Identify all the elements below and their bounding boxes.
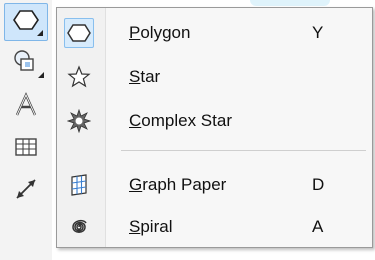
text-tool-button[interactable] [4, 88, 48, 126]
polygon-icon [64, 18, 94, 48]
text-tool-icon [13, 91, 39, 123]
complex-star-icon [64, 106, 94, 136]
flyout-indicator-icon [37, 30, 43, 36]
menu-item-shortcut: A [312, 217, 324, 236]
flyout-indicator-icon [38, 72, 44, 78]
menu-item-shortcut: Y [312, 23, 324, 42]
polygon-tool-button[interactable] [4, 3, 48, 41]
menu-item-spiral[interactable]: Spiral A [57, 208, 372, 246]
menu-item-label: Star [129, 67, 161, 86]
shape-tool-icon [12, 48, 40, 79]
polygon-tool-icon [13, 9, 39, 36]
menu-item-star[interactable]: Star [57, 58, 372, 96]
table-tool-button[interactable] [4, 130, 48, 168]
menu-item-graph-paper[interactable]: Graph Paper D [57, 166, 372, 204]
shape-tool-button[interactable] [4, 44, 48, 82]
dimension-tool-button[interactable] [4, 172, 48, 210]
menu-item-shortcut: D [312, 175, 325, 194]
dimension-tool-icon [13, 176, 39, 207]
top-decoration [250, 0, 330, 6]
menu-item-polygon[interactable]: Polygon Y [57, 14, 372, 52]
menu-item-complex-star[interactable]: Complex Star [57, 102, 372, 140]
menu-item-label: Spiral [129, 217, 173, 236]
star-icon [64, 62, 94, 92]
table-tool-icon [15, 137, 37, 162]
polygon-flyout-menu: Polygon Y Star Complex Star Graph Paper … [56, 7, 373, 248]
menu-item-label: Complex Star [129, 111, 232, 130]
toolbox [0, 0, 52, 260]
spiral-icon [64, 212, 94, 242]
menu-item-label: Polygon [129, 23, 191, 42]
menu-separator [121, 150, 366, 151]
graph-paper-icon [64, 170, 94, 200]
menu-item-label: Graph Paper [129, 175, 227, 194]
